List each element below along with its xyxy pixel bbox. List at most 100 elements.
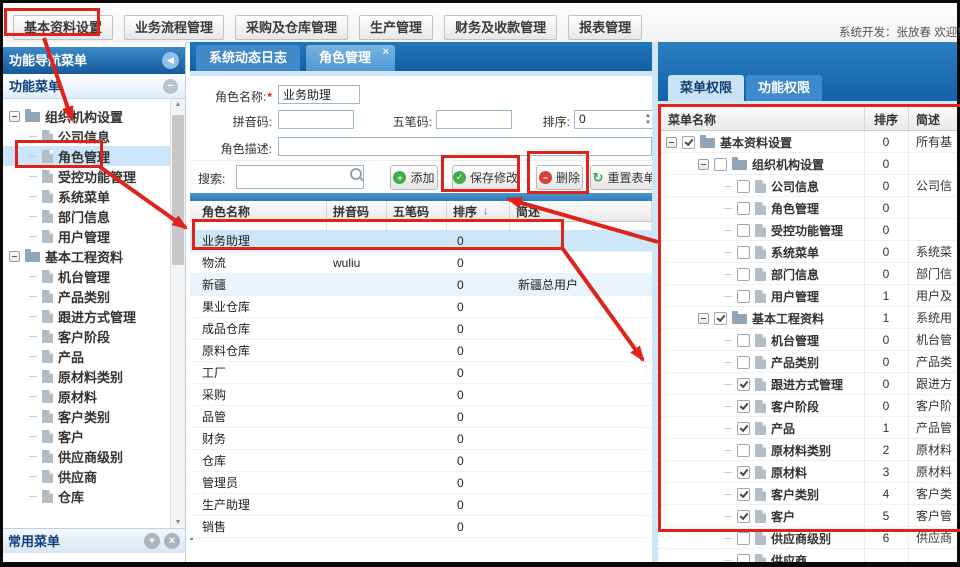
sidebar-tree-item-14[interactable]: 原材料 <box>3 386 185 406</box>
role-name-input[interactable] <box>278 85 360 104</box>
expander-icon[interactable] <box>9 111 20 122</box>
permission-checkbox[interactable] <box>737 180 750 193</box>
reset-form-button[interactable]: ↻ 重置表单 <box>590 165 658 190</box>
remove-favorite-icon[interactable]: × <box>164 533 180 549</box>
sidebar-tree-item-10[interactable]: 跟进方式管理 <box>3 306 185 326</box>
role-desc-input[interactable] <box>278 137 652 156</box>
permission-checkbox[interactable] <box>737 466 750 479</box>
permission-checkbox[interactable] <box>737 400 750 413</box>
sidebar-tree-item-6[interactable]: 用户管理 <box>3 226 185 246</box>
top-menu-item-5[interactable]: 报表管理 <box>568 15 642 40</box>
permissions-tree-row-9[interactable]: 机台管理0机台管 <box>658 329 957 351</box>
top-menu-item-4[interactable]: 财务及收款管理 <box>444 15 557 40</box>
grid-row-1[interactable]: 物流wuliu0 <box>190 252 652 274</box>
spinner-up-icon[interactable]: ▲ <box>645 113 651 119</box>
sidebar-section-header[interactable]: 功能菜单 − <box>3 74 185 99</box>
collapse-section-icon[interactable]: − <box>163 79 178 94</box>
permissions-tree-row-15[interactable]: 原材料3原材料 <box>658 461 957 483</box>
permission-checkbox[interactable] <box>737 268 750 281</box>
permission-checkbox[interactable] <box>737 510 750 523</box>
grid-row-3[interactable]: 果业仓库0 <box>190 296 652 318</box>
grid-column-header-0[interactable]: 角色名称 <box>190 201 327 221</box>
save-button[interactable]: ✓ 保存修改 <box>452 165 519 190</box>
permissions-tree-row-10[interactable]: 产品类别0产品类 <box>658 351 957 373</box>
sidebar-tree-item-15[interactable]: 客户类别 <box>3 406 185 426</box>
permissions-tree-row-18[interactable]: 供应商级别6供应商 <box>658 527 957 549</box>
permissions-tab-1[interactable]: 功能权限 <box>746 75 822 101</box>
sidebar-tree-item-13[interactable]: 原材料类别 <box>3 366 185 386</box>
grid-row-9[interactable]: 财务0 <box>190 428 652 450</box>
sidebar-tree-item-7[interactable]: 基本工程资料 <box>3 246 185 266</box>
scroll-down-icon[interactable]: ▼ <box>171 519 185 526</box>
top-menu-item-1[interactable]: 业务流程管理 <box>124 15 224 40</box>
permission-checkbox[interactable] <box>714 158 727 171</box>
permissions-tree-row-13[interactable]: 产品1产品管 <box>658 417 957 439</box>
top-menu-item-2[interactable]: 采购及仓库管理 <box>235 15 348 40</box>
permission-checkbox[interactable] <box>737 334 750 347</box>
expander-icon[interactable] <box>698 313 709 324</box>
grid-column-header-1[interactable]: 拼音码 <box>327 201 387 221</box>
tab-close-icon[interactable]: × <box>383 46 389 58</box>
permission-checkbox[interactable] <box>714 312 727 325</box>
pinyin-input[interactable] <box>278 110 354 129</box>
permissions-tree-row-8[interactable]: 基本工程资料1系统用 <box>658 307 957 329</box>
sort-spinner[interactable]: 0 ▲ ▼ <box>574 110 656 129</box>
add-button[interactable]: + 添加 <box>390 165 438 190</box>
grid-column-header-2[interactable]: 五笔码 <box>387 201 447 221</box>
permissions-tree-row-0[interactable]: 基本资料设置0所有基 <box>658 131 957 153</box>
search-icon[interactable] <box>350 168 362 180</box>
expander-icon[interactable] <box>666 137 677 148</box>
grid-row-7[interactable]: 采购0 <box>190 384 652 406</box>
scrollbar-thumb[interactable] <box>172 115 184 265</box>
permission-checkbox[interactable] <box>682 136 695 149</box>
permissions-tree-row-4[interactable]: 受控功能管理0 <box>658 219 957 241</box>
grid-row-2[interactable]: 新疆0新疆总用户 <box>190 274 652 296</box>
permission-checkbox[interactable] <box>737 444 750 457</box>
sidebar-collapse-icon[interactable]: ◀ <box>162 52 179 69</box>
search-input[interactable] <box>236 165 364 189</box>
sidebar-tree-item-3[interactable]: 受控功能管理 <box>3 166 185 186</box>
main-tab-0[interactable]: 系统动态日志 <box>196 45 300 71</box>
permissions-tree-row-11[interactable]: 跟进方式管理0跟进方 <box>658 373 957 395</box>
wubi-input[interactable] <box>436 110 512 129</box>
grid-row-0[interactable]: 业务助理0 <box>190 230 652 252</box>
permissions-tree-row-1[interactable]: 组织机构设置0 <box>658 153 957 175</box>
permissions-tree-row-16[interactable]: 客户类别4客户类 <box>658 483 957 505</box>
permission-checkbox[interactable] <box>737 488 750 501</box>
permissions-tree-row-12[interactable]: 客户阶段0客户阶 <box>658 395 957 417</box>
sidebar-tree-item-11[interactable]: 客户阶段 <box>3 326 185 346</box>
grid-row-11[interactable]: 管理员0 <box>190 472 652 494</box>
grid-row-6[interactable]: 工厂0 <box>190 362 652 384</box>
permissions-tree-row-5[interactable]: 系统菜单0系统菜 <box>658 241 957 263</box>
permission-checkbox[interactable] <box>737 378 750 391</box>
grid-column-header-4[interactable]: 简述 <box>510 201 652 221</box>
sidebar-tree-item-4[interactable]: 系统菜单 <box>3 186 185 206</box>
grid-row-5[interactable]: 原料仓库0 <box>190 340 652 362</box>
permission-checkbox[interactable] <box>737 202 750 215</box>
sidebar-footer[interactable]: 常用菜单 + × <box>3 528 185 553</box>
sidebar-tree-item-17[interactable]: 供应商级别 <box>3 446 185 466</box>
permission-checkbox[interactable] <box>737 532 750 545</box>
permission-checkbox[interactable] <box>737 422 750 435</box>
grid-row-13[interactable]: 销售0 <box>190 516 652 538</box>
grid-column-header-3[interactable]: 排序↓ <box>447 201 510 221</box>
sidebar-tree-item-19[interactable]: 仓库 <box>3 486 185 506</box>
sidebar-tree-item-5[interactable]: 部门信息 <box>3 206 185 226</box>
permissions-tree-row-7[interactable]: 用户管理1用户及 <box>658 285 957 307</box>
permissions-tree-row-2[interactable]: 公司信息0公司信 <box>658 175 957 197</box>
grid-row-4[interactable]: 成品仓库0 <box>190 318 652 340</box>
permission-checkbox[interactable] <box>737 554 750 563</box>
top-menu-item-3[interactable]: 生产管理 <box>359 15 433 40</box>
sidebar-tree-item-1[interactable]: 公司信息 <box>3 126 185 146</box>
sidebar-tree-item-12[interactable]: 产品 <box>3 346 185 366</box>
top-menu-item-0[interactable]: 基本资料设置 <box>13 15 113 40</box>
sidebar-tree-item-8[interactable]: 机台管理 <box>3 266 185 286</box>
add-favorite-icon[interactable]: + <box>144 533 160 549</box>
permission-checkbox[interactable] <box>737 356 750 369</box>
permissions-tree-row-17[interactable]: 客户5客户管 <box>658 505 957 527</box>
permission-checkbox[interactable] <box>737 246 750 259</box>
permission-checkbox[interactable] <box>737 224 750 237</box>
permission-checkbox[interactable] <box>737 290 750 303</box>
grid-row-10[interactable]: 仓库0 <box>190 450 652 472</box>
sidebar-tree-item-0[interactable]: 组织机构设置 <box>3 106 185 126</box>
